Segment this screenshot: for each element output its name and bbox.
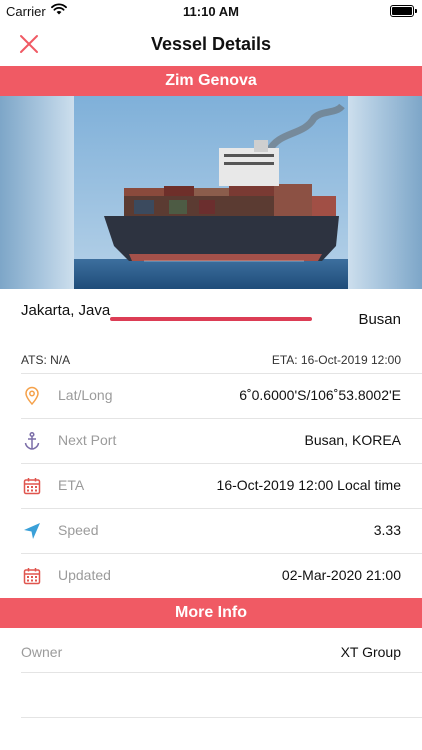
calendar-icon [23, 478, 41, 495]
status-bar: Carrier 11:10 AM [0, 0, 422, 22]
divider [21, 717, 422, 718]
status-time: 11:10 AM [183, 4, 239, 19]
more-info-banner: More Info [0, 598, 422, 628]
owner-row: Owner XT Group [0, 628, 422, 673]
detail-row-speed: Speed 3.33 [0, 508, 422, 553]
battery-icon [390, 5, 417, 17]
origin-port: Jakarta, Java [21, 302, 111, 319]
divider [21, 463, 422, 464]
arrival-times: ATS: N/A ETA: 16-Oct-2019 12:00 [0, 341, 422, 373]
detail-row-updated: Updated 02-Mar-2020 21:00 [0, 553, 422, 598]
latlong-label: Lat/Long [58, 387, 113, 403]
detail-row-eta: ETA 16-Oct-2019 12:00 Local time [0, 463, 422, 508]
next-port-value: Busan, KOREA [304, 432, 402, 448]
vessel-photo-area [0, 96, 422, 289]
empty-info-row [0, 673, 422, 718]
divider [21, 508, 422, 509]
latlong-value: 6˚0.6000'S/106˚53.8002'E [239, 387, 401, 403]
owner-value: XT Group [340, 644, 401, 660]
owner-label: Owner [21, 644, 63, 660]
speed-label: Speed [58, 522, 99, 538]
navigation-bar: Vessel Details [0, 22, 422, 66]
anchor-icon [24, 431, 40, 450]
route-line [110, 317, 312, 321]
eta-row-label: ETA [58, 477, 85, 493]
detail-row-next-port: Next Port Busan, KOREA [0, 418, 422, 463]
updated-label: Updated [58, 567, 111, 583]
speed-value: 3.33 [373, 522, 401, 538]
detail-row-latlong: Lat/Long 6˚0.6000'S/106˚53.8002'E [0, 373, 422, 418]
eta-label: ETA: 16-Oct-2019 12:00 [271, 353, 401, 367]
divider [21, 553, 422, 554]
page-title: Vessel Details [150, 34, 272, 54]
eta-row-value: 16-Oct-2019 12:00 Local time [216, 477, 401, 493]
navigation-arrow-icon [24, 523, 40, 539]
divider [21, 418, 422, 419]
destination-port: Busan [358, 311, 401, 328]
updated-value: 02-Mar-2020 21:00 [281, 567, 401, 583]
vessel-name-banner: Zim Genova [0, 66, 422, 96]
route-summary: Jakarta, Java Busan [0, 289, 422, 341]
ats-label: ATS: N/A [21, 353, 71, 367]
location-pin-icon [25, 386, 39, 406]
container-ship-photo [74, 96, 348, 289]
next-port-label: Next Port [58, 432, 117, 448]
calendar-icon [23, 568, 41, 585]
divider [21, 373, 422, 374]
